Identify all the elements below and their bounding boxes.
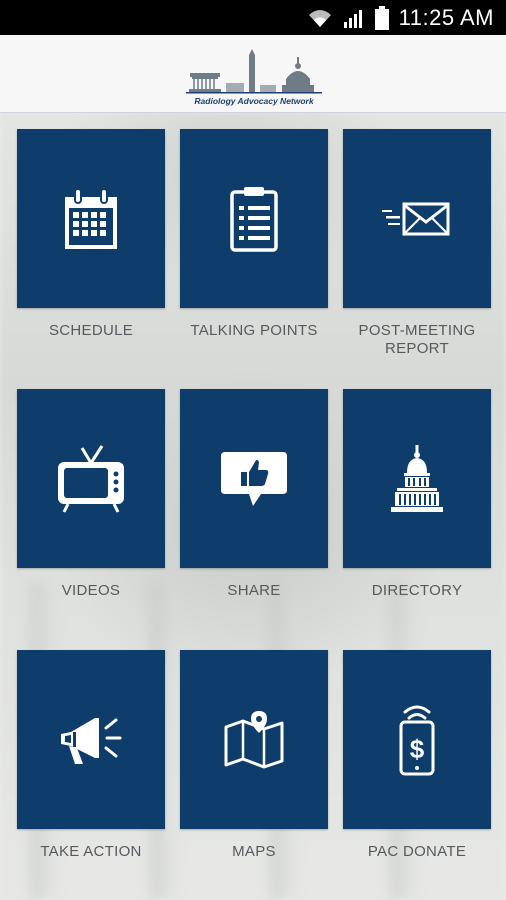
- tile-maps-box[interactable]: [180, 650, 328, 829]
- tile-directory-box[interactable]: [343, 389, 491, 568]
- tile-share[interactable]: SHARE: [180, 389, 328, 600]
- tile-schedule[interactable]: SCHEDULE: [17, 129, 165, 340]
- tile-videos-label: VIDEOS: [61, 582, 121, 599]
- tile-talking-points-box[interactable]: [180, 129, 328, 308]
- capitol-icon: [391, 444, 443, 512]
- tile-videos[interactable]: VIDEOS: [17, 389, 165, 600]
- calendar-icon: [65, 187, 117, 249]
- battery-icon: [374, 5, 389, 30]
- tile-pac-donate-box[interactable]: $: [343, 650, 491, 829]
- tile-maps-label: MAPS: [232, 843, 276, 860]
- tile-share-label: SHARE: [227, 582, 281, 599]
- logo: Radiology Advocacy Network: [186, 49, 322, 109]
- tile-take-action[interactable]: TAKE ACTION: [17, 650, 165, 861]
- phone-dollar-icon: $: [399, 705, 435, 775]
- tile-directory-label: DIRECTORY: [371, 582, 463, 599]
- tile-pac-donate-label: PAC DONATE: [367, 843, 467, 860]
- tile-schedule-box[interactable]: [17, 129, 165, 308]
- tile-talking-points-label: TALKING POINTS: [190, 322, 318, 339]
- logo-text: Radiology Advocacy Network: [194, 96, 314, 106]
- tile-schedule-label: SCHEDULE: [48, 322, 134, 339]
- tile-talking-points[interactable]: TALKING POINTS: [180, 129, 328, 340]
- thumbs-up-icon: [221, 451, 287, 506]
- tile-maps[interactable]: MAPS: [180, 650, 328, 861]
- tile-videos-box[interactable]: [17, 389, 165, 568]
- clipboard-icon: [230, 186, 278, 252]
- tv-icon: [58, 444, 124, 513]
- tile-pac-donate[interactable]: $ PAC DONATE: [343, 650, 491, 861]
- skyline-logo-icon: [186, 49, 322, 94]
- megaphone-icon: [61, 717, 122, 764]
- tile-directory[interactable]: DIRECTORY: [343, 389, 491, 600]
- tile-post-meeting-report[interactable]: POST-MEETING REPORT: [343, 129, 491, 358]
- tile-share-box[interactable]: [180, 389, 328, 568]
- status-bar: 11:25 AM: [0, 0, 506, 35]
- app-header: Radiology Advocacy Network: [0, 35, 506, 113]
- status-time: 11:25 AM: [398, 4, 494, 30]
- tile-post-meeting-report-box[interactable]: [343, 129, 491, 308]
- wifi-icon: [308, 9, 331, 27]
- tile-post-meeting-report-label: POST-MEETING REPORT: [358, 322, 476, 357]
- envelope-icon: [382, 202, 450, 235]
- tile-take-action-box[interactable]: [17, 650, 165, 829]
- svg-text:$: $: [410, 734, 425, 764]
- map-icon: [224, 710, 284, 768]
- tile-take-action-label: TAKE ACTION: [40, 843, 142, 860]
- signal-icon: [343, 9, 362, 28]
